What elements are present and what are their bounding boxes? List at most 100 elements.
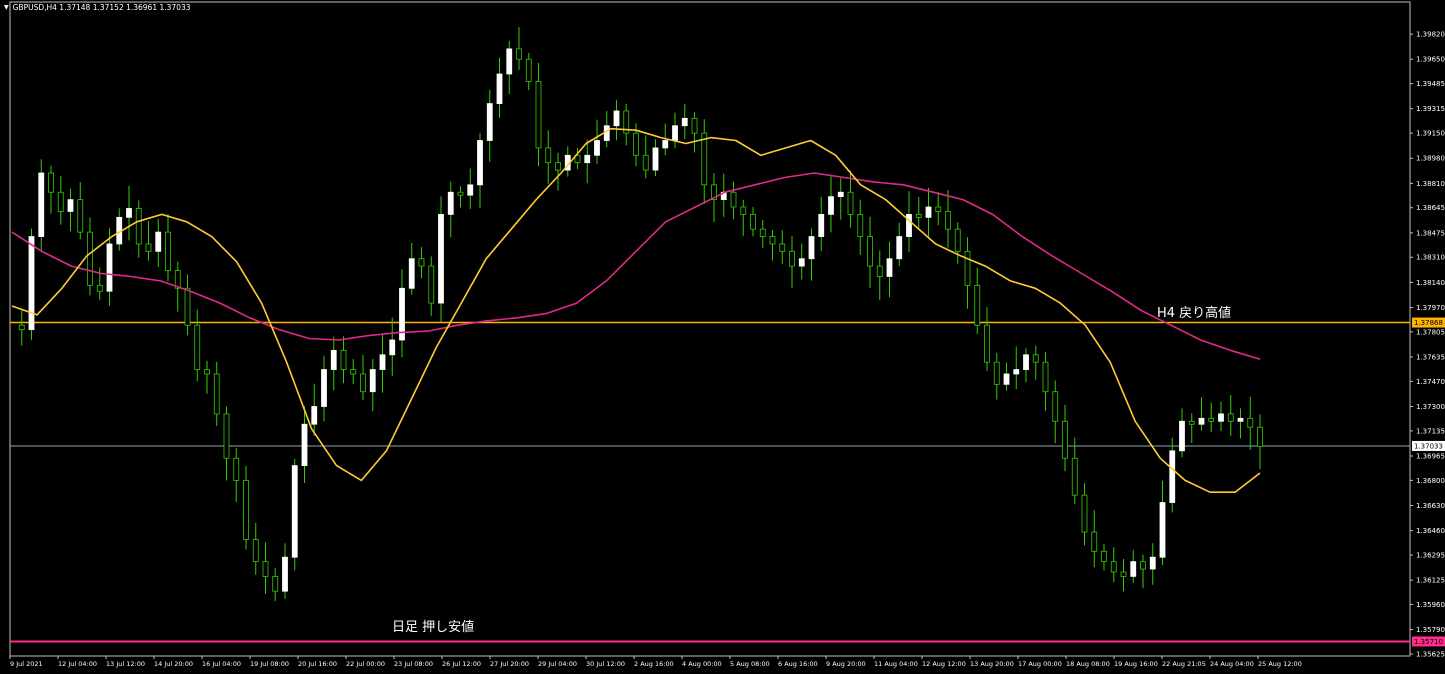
x-tick-label: 12 Jul 04:00: [58, 660, 97, 668]
candle-body: [945, 211, 951, 230]
y-tick-label: 1.39150: [1416, 130, 1445, 138]
price-level-label: 1.35710: [1414, 638, 1443, 646]
candle-body: [486, 103, 493, 141]
candle-body: [857, 213, 864, 237]
candle-body: [126, 208, 132, 218]
candle-body: [184, 287, 191, 326]
candle-body: [360, 373, 366, 393]
candle-body: [379, 354, 386, 370]
candle-body: [1091, 531, 1098, 552]
candle-body: [311, 406, 318, 425]
candle-body: [389, 339, 396, 356]
candle-body: [223, 413, 230, 459]
x-tick-label: 9 Aug 20:00: [826, 660, 866, 668]
candle-body: [87, 231, 93, 286]
candle-body: [350, 369, 357, 375]
candle-body: [438, 213, 444, 304]
x-tick-label: 13 Jul 12:00: [106, 660, 145, 668]
candle-body: [165, 231, 171, 271]
y-tick-label: 1.38140: [1416, 279, 1445, 287]
candle-body: [1120, 571, 1127, 577]
candle-body: [369, 369, 376, 393]
candle-body: [993, 361, 1000, 385]
x-tick-label: 29 Jul 04:00: [538, 660, 577, 668]
y-tick-label: 1.37805: [1416, 328, 1445, 336]
y-tick-label: 1.36965: [1416, 452, 1445, 460]
candle-body: [408, 258, 415, 289]
chart-window[interactable]: 1.39820 1.39650 1.39485 1.39315 1.39150 1.389…: [0, 0, 1445, 674]
candle-body: [672, 125, 678, 141]
y-tick-label: 1.38810: [1416, 180, 1445, 188]
candle-body: [38, 172, 45, 237]
y-tick-label: 1.39485: [1416, 80, 1445, 88]
candle-body: [535, 81, 542, 149]
candle-body: [428, 265, 435, 304]
x-tick-label: 20 Jul 16:00: [298, 660, 337, 668]
x-tick-label: 5 Aug 08:00: [730, 660, 770, 668]
candle-body: [545, 147, 552, 164]
y-tick-label: 1.35625: [1416, 651, 1445, 659]
candle-body: [954, 228, 961, 252]
candle-body: [1169, 450, 1176, 503]
x-tick-label: 23 Jul 08:00: [394, 660, 433, 668]
candle-body: [1140, 561, 1146, 570]
candle-body: [321, 369, 327, 407]
y-tick-label: 1.39650: [1416, 56, 1445, 64]
candle-body: [252, 539, 259, 563]
candle-body: [915, 213, 922, 218]
candle-body: [477, 140, 483, 186]
candle-body: [155, 231, 162, 252]
y-tick-label: 1.39820: [1416, 31, 1445, 39]
y-tick-label: 1.36630: [1416, 502, 1445, 510]
candle-body: [1081, 494, 1088, 533]
y-tick-label: 1.37970: [1416, 304, 1445, 312]
candle-body: [984, 324, 990, 363]
candle-body: [642, 154, 649, 171]
candle-body: [769, 236, 776, 245]
candle-body: [77, 199, 84, 233]
x-tick-label: 18 Aug 08:00: [1066, 660, 1110, 668]
x-tick-label: 6 Aug 16:00: [778, 660, 818, 668]
candle-body: [1023, 354, 1029, 370]
y-tick-label: 1.39315: [1416, 105, 1445, 113]
candle-body: [1062, 420, 1068, 459]
candle-body: [145, 243, 152, 252]
candle-body: [1052, 391, 1059, 422]
x-tick-label: 9 Jul 2021: [10, 660, 43, 668]
candle-body: [1247, 417, 1254, 428]
candle-body: [847, 191, 854, 215]
candle-body: [779, 243, 786, 252]
plot-frame: [9, 1, 1411, 657]
y-tick-label: 1.38645: [1416, 204, 1445, 212]
y-tick-label: 1.36800: [1416, 477, 1445, 485]
symbol-info: GBPUSD,H4 1.37148 1.37152 1.36961 1.3703…: [12, 3, 191, 12]
candle-body: [467, 184, 474, 196]
x-tick-label: 25 Aug 12:00: [1258, 660, 1302, 668]
dropdown-triangle-icon[interactable]: ▼: [4, 4, 9, 11]
candle-body: [330, 349, 337, 370]
candle-body: [18, 324, 25, 331]
candle-body: [701, 132, 708, 186]
candle-body: [555, 162, 561, 171]
candle-body: [204, 369, 210, 375]
candle-body: [906, 213, 912, 237]
x-tick-label: 14 Jul 20:00: [154, 660, 193, 668]
price-chart[interactable]: 1.39820 1.39650 1.39485 1.39315 1.39150 1.389…: [0, 0, 1445, 674]
y-tick-label: 1.38980: [1416, 155, 1445, 163]
candle-body: [1042, 361, 1049, 393]
candle-body: [974, 284, 981, 326]
candle-body: [808, 236, 815, 260]
candle-body: [798, 258, 805, 267]
y-tick-label: 1.37470: [1416, 378, 1445, 386]
symbol-info-bar: ▼ GBPUSD,H4 1.37148 1.37152 1.36961 1.37…: [4, 3, 191, 12]
candle-body: [447, 191, 454, 215]
candle-body: [818, 213, 825, 237]
candle-body: [789, 250, 795, 267]
y-tick-label: 1.36295: [1416, 551, 1445, 559]
y-tick-label: 1.36125: [1416, 577, 1445, 585]
x-tick-label: 19 Jul 08:00: [250, 660, 289, 668]
candle-body: [291, 465, 298, 558]
x-tick-label: 17 Aug 00:00: [1018, 660, 1062, 668]
x-tick-label: 26 Jul 12:00: [442, 660, 481, 668]
candle-body: [876, 265, 883, 277]
